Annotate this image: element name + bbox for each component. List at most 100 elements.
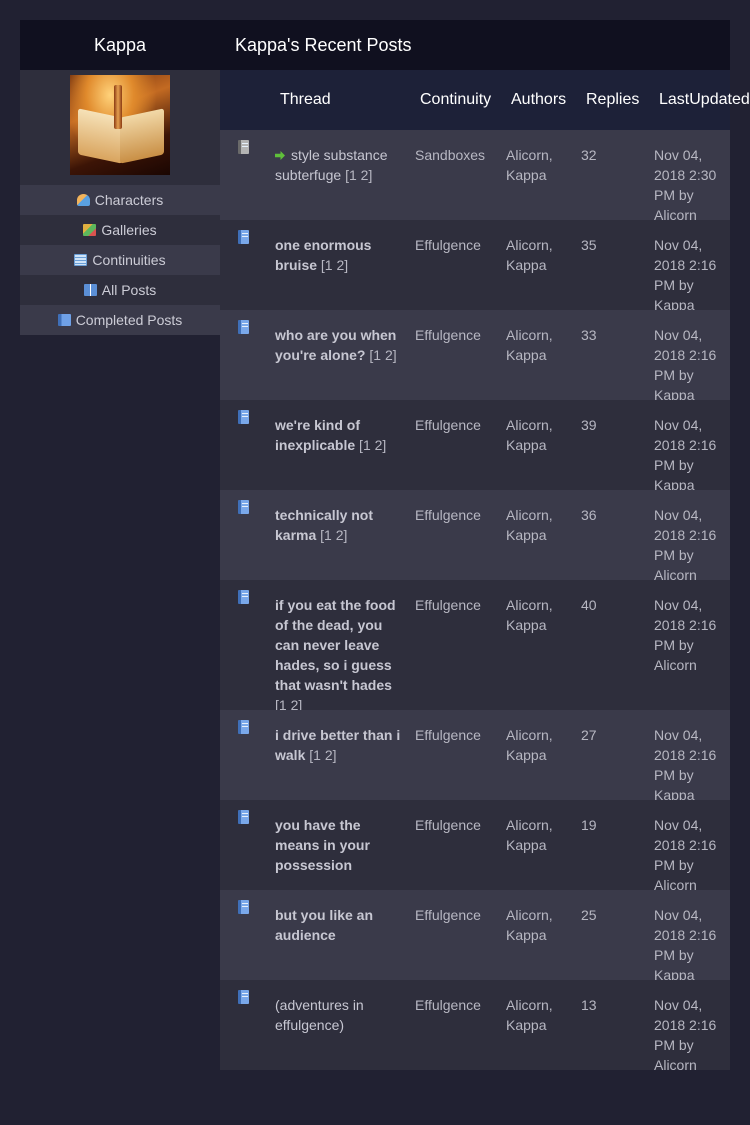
thread-title-link[interactable]: (adventures in effulgence) [275, 997, 364, 1033]
reply-count: 27 [581, 727, 597, 743]
last-updated-timestamp[interactable]: Nov 04, 2018 2:16 PM [654, 727, 716, 783]
page-link[interactable]: 2 [336, 257, 344, 273]
blue-doc-icon[interactable] [238, 900, 249, 914]
page-links: [1 2] [369, 347, 397, 363]
blue-doc-icon[interactable] [238, 590, 249, 604]
last-updated-timestamp[interactable]: Nov 04, 2018 2:16 PM [654, 597, 716, 653]
reply-count: 36 [581, 507, 597, 523]
authors-cell: Alicorn, Kappa [506, 817, 553, 853]
sidebar-link-characters[interactable]: Characters [20, 185, 220, 215]
authors-cell: Alicorn, Kappa [506, 237, 553, 273]
page-link[interactable]: 2 [361, 167, 369, 183]
blue-doc-icon[interactable] [238, 990, 249, 1004]
last-updated-timestamp[interactable]: Nov 04, 2018 2:16 PM [654, 507, 716, 563]
continuity-link[interactable]: Effulgence [415, 415, 481, 435]
author-link[interactable]: Alicorn [506, 327, 549, 343]
last-updated-timestamp[interactable]: Nov 04, 2018 2:16 PM [654, 237, 716, 293]
last-updated-timestamp[interactable]: Nov 04, 2018 2:16 PM [654, 997, 716, 1053]
thread-title-link[interactable]: you have the means in your possession [275, 817, 370, 873]
author-link[interactable]: Kappa [506, 837, 546, 853]
author-link[interactable]: Alicorn [506, 237, 549, 253]
author-link[interactable]: Alicorn [506, 507, 549, 523]
reply-count: 40 [581, 597, 597, 613]
last-updated-cell: Nov 04, 2018 2:16 PM by Alicorn [654, 817, 717, 893]
page-link[interactable]: 1 [373, 347, 381, 363]
page-link[interactable]: 2 [325, 747, 333, 763]
last-updated-cell: Nov 04, 2018 2:16 PM by Alicorn [654, 507, 717, 583]
post-status-cell [238, 319, 249, 339]
author-link[interactable]: Kappa [506, 257, 546, 273]
last-updated-timestamp[interactable]: Nov 04, 2018 2:16 PM [654, 817, 716, 873]
table-row: but you like an audience Effulgence Alicor… [220, 890, 730, 983]
blue-doc-icon[interactable] [238, 720, 249, 734]
author-link[interactable]: Alicorn [506, 997, 549, 1013]
continuity-link[interactable]: Effulgence [415, 235, 481, 255]
username-heading: Kappa [20, 20, 220, 70]
page-link[interactable]: 2 [375, 437, 383, 453]
sidebar-link-all-posts[interactable]: All Posts [20, 275, 220, 305]
continuity-link[interactable]: Effulgence [415, 815, 481, 835]
author-link[interactable]: Kappa [506, 167, 546, 183]
last-updated-timestamp[interactable]: Nov 04, 2018 2:16 PM [654, 327, 716, 383]
last-updated-timestamp[interactable]: Nov 04, 2018 2:30 PM [654, 147, 716, 203]
page-link[interactable]: 1 [349, 167, 357, 183]
author-link[interactable]: Alicorn [506, 817, 549, 833]
author-link[interactable]: Alicorn [506, 147, 549, 163]
grey-doc-icon[interactable] [238, 140, 249, 154]
continuity-link[interactable]: Effulgence [415, 905, 481, 925]
last-updated-timestamp[interactable]: Nov 04, 2018 2:16 PM [654, 907, 716, 963]
author-link[interactable]: Kappa [506, 927, 546, 943]
continuity-link[interactable]: Effulgence [415, 995, 481, 1015]
last-updated-timestamp[interactable]: Nov 04, 2018 2:16 PM [654, 417, 716, 473]
continuity-link[interactable]: Effulgence [415, 595, 481, 615]
author-link[interactable]: Kappa [506, 1017, 546, 1033]
last-updated-cell: Nov 04, 2018 2:16 PM by Alicorn [654, 997, 717, 1073]
continuity-link[interactable]: Sandboxes [415, 145, 485, 165]
table-row: (adventures in effulgence) Effulgence Alic… [220, 980, 730, 1073]
author-link[interactable]: Kappa [506, 617, 546, 633]
blue-doc-icon[interactable] [238, 320, 249, 334]
author-link[interactable]: Alicorn [506, 727, 549, 743]
author-link[interactable]: Alicorn [506, 417, 549, 433]
thread-title-link[interactable]: we're kind of inexplicable [275, 417, 360, 453]
continuity-link[interactable]: Effulgence [415, 725, 481, 745]
last-updated-author-link[interactable]: Alicorn [654, 1057, 697, 1073]
author-link[interactable]: Kappa [506, 527, 546, 543]
sidebar-link-galleries[interactable]: Galleries [20, 215, 220, 245]
continuity-link[interactable]: Effulgence [415, 325, 481, 345]
author-link[interactable]: Kappa [506, 437, 546, 453]
author-link[interactable]: Alicorn [506, 907, 549, 923]
last-updated-author-link[interactable]: Alicorn [654, 657, 697, 673]
sidebar-link-completed-posts[interactable]: Completed Posts [20, 305, 220, 335]
page-link[interactable]: 1 [363, 437, 371, 453]
post-status-cell [238, 409, 249, 429]
blue-doc-icon[interactable] [238, 230, 249, 244]
table-row: if you eat the food of the dead, you can… [220, 580, 730, 713]
continuity-link[interactable]: Effulgence [415, 505, 481, 525]
column-header-last-updated: Last Updated [659, 70, 750, 130]
author-link[interactable]: Alicorn [506, 597, 549, 613]
last-updated-cell: Nov 04, 2018 2:16 PM by Kappa [654, 907, 717, 983]
author-link[interactable]: Kappa [506, 747, 546, 763]
thread-title-link[interactable]: but you like an audience [275, 907, 373, 943]
last-updated-line2: Updated [689, 91, 750, 108]
blue-doc-icon[interactable] [238, 410, 249, 424]
sidebar-nav: Characters Galleries Continuities All Posts… [20, 185, 220, 335]
page-link[interactable]: 1 [325, 257, 333, 273]
sidebar-link-continuities[interactable]: Continuities [20, 245, 220, 275]
sidebar-link-label: Continuities [92, 252, 166, 268]
unread-arrow-icon[interactable] [275, 151, 285, 160]
last-updated-line1: Last [659, 91, 690, 108]
page-link[interactable]: 2 [385, 347, 393, 363]
page-link[interactable]: 1 [324, 527, 332, 543]
all-posts-icon [83, 284, 97, 296]
blue-doc-icon[interactable] [238, 810, 249, 824]
blue-doc-icon[interactable] [238, 500, 249, 514]
author-link[interactable]: Kappa [506, 347, 546, 363]
thread-title-link[interactable]: i drive better than i walk [275, 727, 400, 763]
page-links: [1 2] [320, 527, 348, 543]
page-link[interactable]: 1 [313, 747, 321, 763]
page-link[interactable]: 2 [336, 527, 344, 543]
thread-title-link[interactable]: if you eat the food of the dead, you can… [275, 597, 396, 693]
thread-cell: i drive better than i walk [1 2] [275, 725, 403, 765]
